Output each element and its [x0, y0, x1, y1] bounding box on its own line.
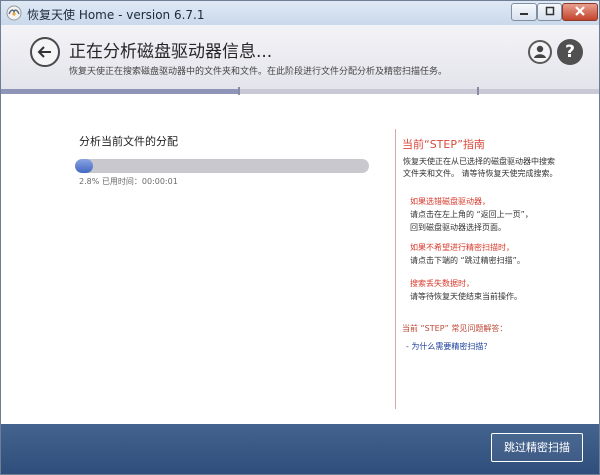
step-guide-panel: 当前“STEP”指南 恢复天使正在从已选择的磁盘驱动器中搜索 文件夹和文件。 请… — [395, 129, 568, 409]
tip-searching-title: 搜索丢失数据时， — [410, 279, 474, 288]
maximize-button[interactable] — [537, 3, 562, 21]
tip-searching-line-1: 请等待恢复天使结束当前操作。 — [410, 292, 522, 301]
tip-skip-scan-title: 如果不希望进行精密扫描时， — [410, 243, 514, 252]
maximize-icon — [545, 6, 554, 16]
guide-title: 当前“STEP”指南 — [402, 138, 485, 151]
account-button[interactable] — [528, 40, 552, 64]
step-divider — [477, 87, 479, 95]
minimize-button[interactable] — [511, 3, 537, 21]
page-header: 正在分析磁盘驱动器信息... 恢复天使正在搜索磁盘驱动器中的文件夹和文件。在此阶… — [1, 25, 599, 91]
minimize-icon — [520, 13, 528, 15]
window-title: 恢复天使 Home - version 6.7.1 — [27, 8, 205, 22]
page-title: 正在分析磁盘驱动器信息... — [69, 42, 273, 62]
step-divider — [238, 87, 240, 95]
arrow-left-icon — [37, 46, 51, 58]
tip-wrong-drive-line-1: 请点击在左上角的 “返回上一页”， — [410, 210, 533, 219]
close-icon — [575, 6, 585, 16]
tip-skip-scan-line-1: 请点击下端的 “跳过精密扫描”。 — [410, 256, 525, 265]
help-button[interactable]: ? — [557, 39, 583, 65]
user-icon — [534, 45, 546, 58]
page-subtitle: 恢复天使正在搜索磁盘驱动器中的文件夹和文件。在此阶段进行文件分配分析及精密扫描任… — [69, 67, 448, 77]
app-window: 恢复天使 Home - version 6.7.1 正在分析磁盘驱动器信息...… — [0, 0, 600, 475]
analysis-title: 分析当前文件的分配 — [79, 135, 178, 148]
close-button[interactable] — [562, 3, 598, 21]
faq-title: 当前 “STEP” 常见问题解答： — [402, 324, 508, 333]
skip-deep-scan-button[interactable]: 跳过精密扫描 — [491, 433, 583, 462]
guide-intro-line-1: 恢复天使正在从已选择的磁盘驱动器中搜索 — [403, 157, 555, 166]
guide-intro-line-2: 文件夹和文件。 请等待恢复天使完成搜索。 — [403, 169, 558, 178]
step-track-done — [1, 89, 238, 94]
tip-wrong-drive-line-2: 回到磁盘驱动器选择页面。 — [410, 223, 506, 232]
progress-bar-fill — [75, 159, 93, 173]
faq-link-why-deep-scan[interactable]: - 为什么需要精密扫描？ — [406, 341, 491, 352]
app-logo-icon — [6, 5, 22, 21]
progress-status: 2.8% 已用时间：00:00:01 — [79, 177, 178, 186]
progress-bar — [75, 159, 369, 173]
title-bar[interactable]: 恢复天使 Home - version 6.7.1 — [1, 1, 599, 25]
back-button[interactable] — [30, 37, 60, 67]
tip-wrong-drive-title: 如果选错磁盘驱动器， — [410, 197, 490, 206]
